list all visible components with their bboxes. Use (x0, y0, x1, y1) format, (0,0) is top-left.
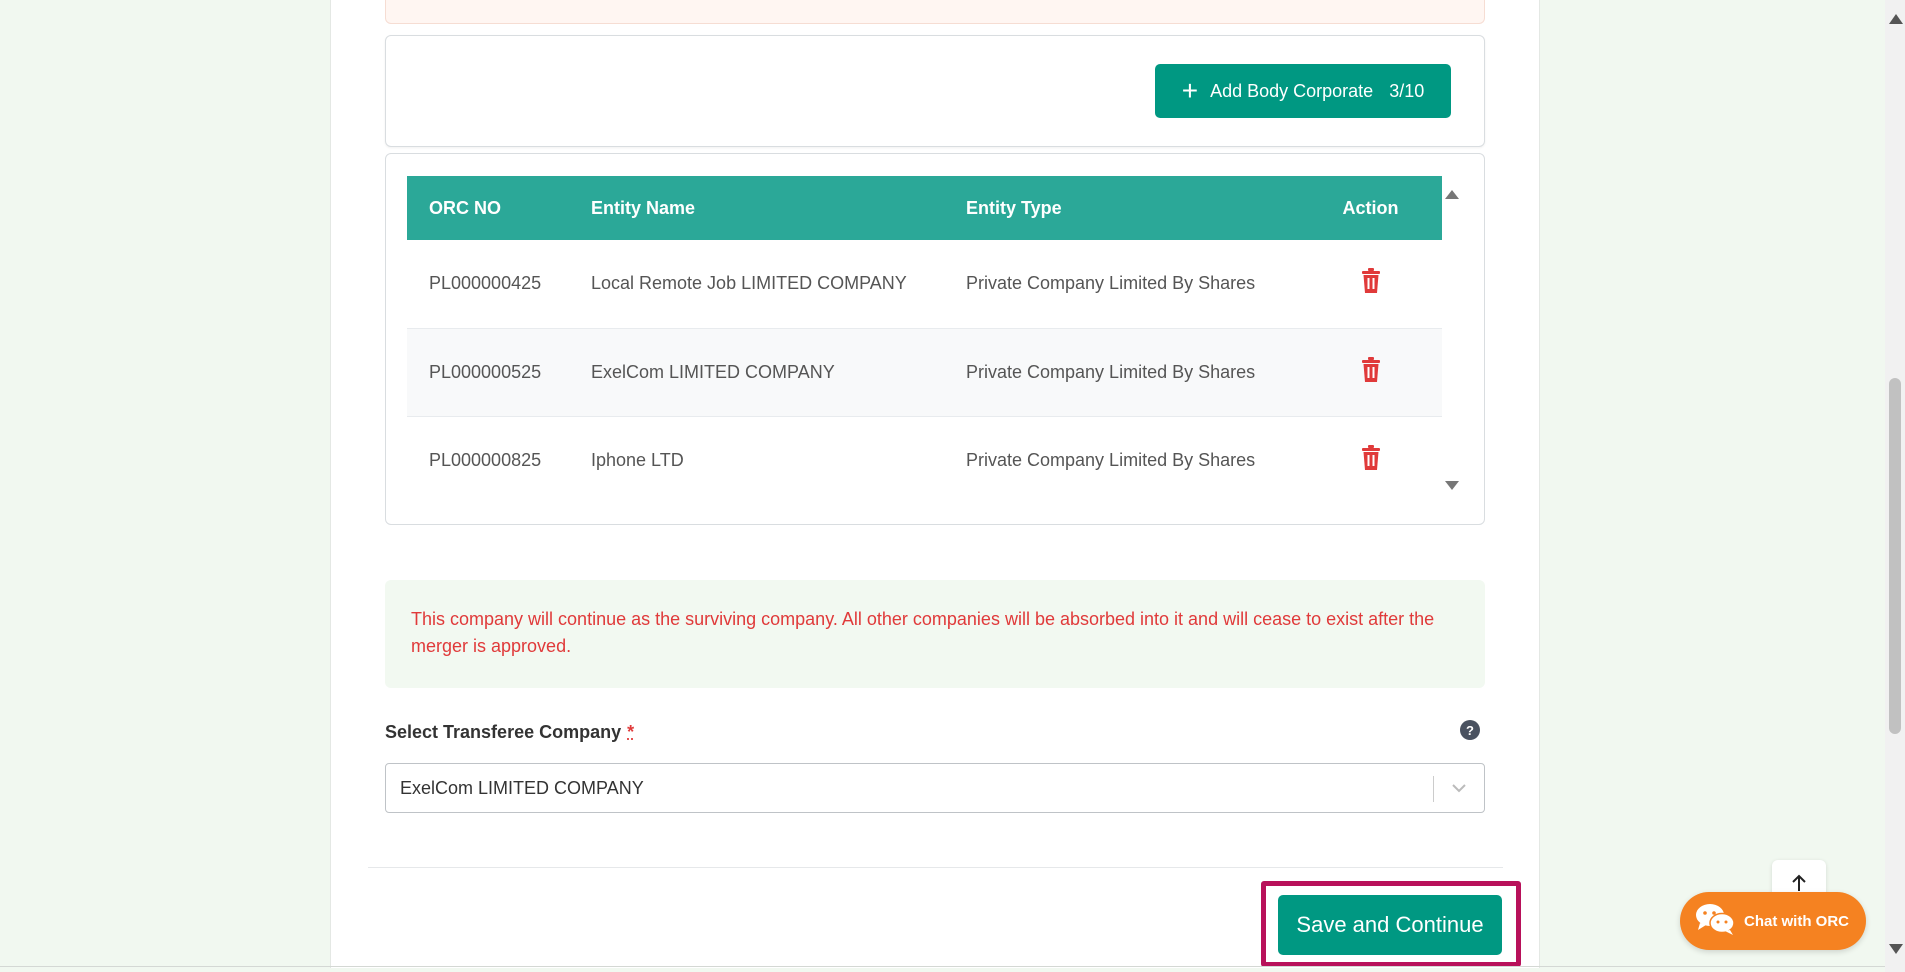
transferee-label-text: Select Transferee Company (385, 722, 622, 742)
cell-entity-name: ExelCom LIMITED COMPANY (591, 361, 835, 382)
add-body-corporate-label: Add Body Corporate (1210, 80, 1374, 101)
plus-icon: + (1181, 75, 1199, 106)
table-header-row: ORC NO Entity Name Entity Type Action (407, 176, 1442, 240)
header-entity-type: Entity Type (966, 197, 1062, 218)
save-and-continue-button[interactable]: Save and Continue (1278, 895, 1502, 955)
surviving-company-notice: This company will continue as the surviv… (385, 580, 1485, 688)
required-marker: * (627, 722, 635, 742)
cell-orc-no: PL000000425 (429, 273, 542, 294)
scrollbar-up-arrow[interactable] (1889, 14, 1903, 24)
scrollbar-thumb[interactable] (1889, 378, 1901, 734)
table-row: PL000000425 Local Remote Job LIMITED COM… (407, 240, 1442, 328)
select-separator (1433, 776, 1434, 802)
cell-entity-type: Private Company Limited By Shares (966, 273, 1256, 294)
cell-action (1299, 416, 1442, 504)
header-entity-name: Entity Name (591, 197, 696, 218)
header-orc-no: ORC NO (429, 197, 501, 218)
top-alert-panel (385, 0, 1485, 24)
table-row: PL000000525 ExelCom LIMITED COMPANY Priv… (407, 328, 1442, 416)
transferee-company-select[interactable]: ExelCom LIMITED COMPANY (385, 763, 1485, 813)
delete-trash-icon[interactable] (1360, 444, 1382, 476)
delete-trash-icon[interactable] (1360, 356, 1382, 388)
footer-divider (368, 867, 1503, 868)
body-corporate-table-card: ORC NO Entity Name Entity Type Action PL… (385, 153, 1485, 525)
cell-orc-no: PL000000825 (429, 449, 542, 470)
header-action: Action (1342, 197, 1399, 218)
delete-trash-icon[interactable] (1360, 268, 1382, 299)
add-body-corporate-button[interactable]: + Add Body Corporate 3/10 (1155, 64, 1451, 118)
chat-with-orc-button[interactable]: Chat with ORC (1680, 892, 1866, 950)
table-scroll-down-arrow[interactable] (1445, 481, 1459, 490)
cell-entity-type: Private Company Limited By Shares (966, 361, 1256, 382)
chat-label: Chat with ORC (1744, 912, 1849, 930)
cell-orc-no: PL000000525 (429, 361, 542, 382)
cell-entity-name: Local Remote Job LIMITED COMPANY (591, 273, 907, 294)
wechat-chat-icon (1694, 901, 1736, 941)
transferee-company-label: Select Transferee Company * (385, 722, 634, 743)
body-corporate-table: ORC NO Entity Name Entity Type Action PL… (407, 176, 1442, 504)
body-corporate-count: 3/10 (1389, 80, 1425, 101)
cell-entity-name: Iphone LTD (591, 449, 684, 470)
cell-action (1299, 240, 1442, 328)
table-row: PL000000825 Iphone LTD Private Company L… (407, 416, 1442, 504)
transferee-selected-value: ExelCom LIMITED COMPANY (400, 777, 644, 798)
chevron-down-icon[interactable] (1450, 778, 1468, 803)
add-body-corporate-card: + Add Body Corporate 3/10 (385, 35, 1485, 147)
cell-entity-type: Private Company Limited By Shares (966, 449, 1256, 470)
scrollbar-down-arrow[interactable] (1889, 944, 1903, 954)
help-icon[interactable]: ? (1460, 720, 1480, 740)
bottom-border (0, 966, 1885, 967)
cell-action (1299, 328, 1442, 416)
table-scroll-up-arrow[interactable] (1445, 190, 1459, 199)
